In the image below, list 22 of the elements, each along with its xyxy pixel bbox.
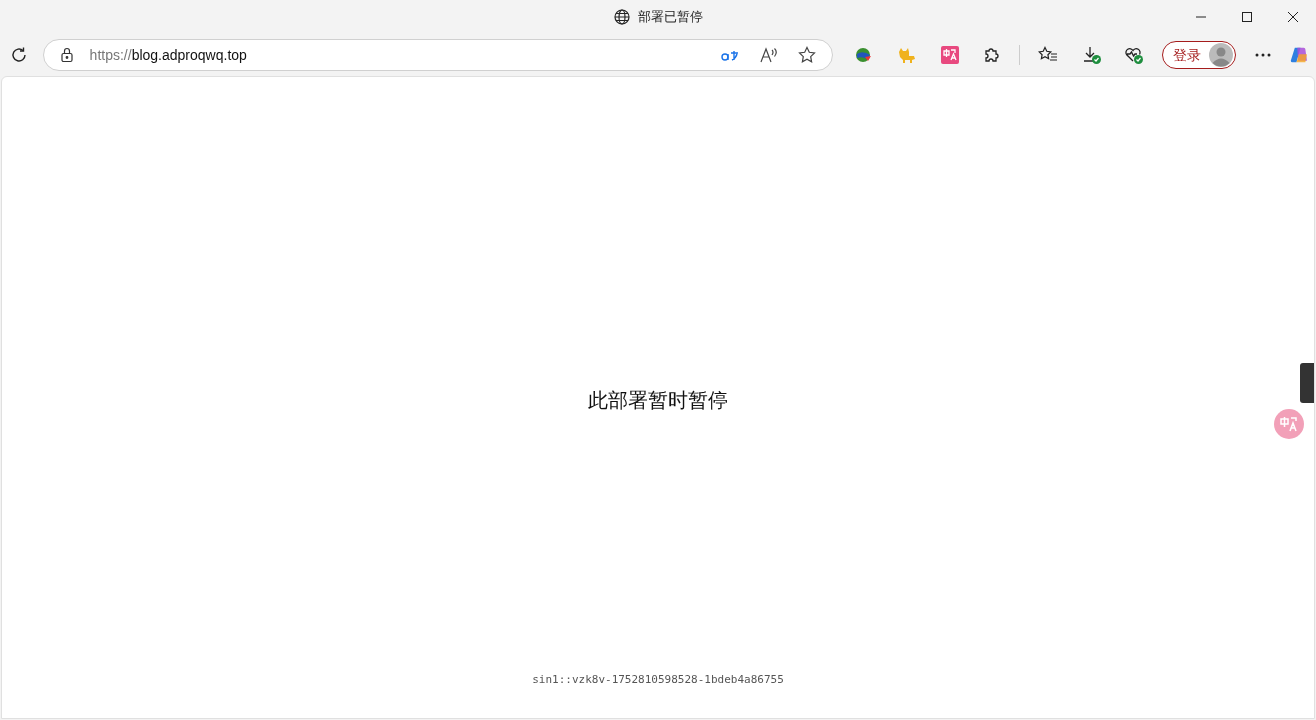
url-scheme: https:// xyxy=(89,45,132,65)
avatar-icon xyxy=(1208,43,1233,67)
close-icon xyxy=(1288,12,1298,22)
heartbeat-icon[interactable] xyxy=(1123,45,1144,65)
side-panel-handle[interactable] xyxy=(1300,363,1314,403)
refresh-icon xyxy=(10,46,29,64)
more-icon xyxy=(1254,53,1271,57)
read-aloud-icon[interactable] xyxy=(759,47,778,63)
download-icon[interactable] xyxy=(1081,45,1102,65)
globe-icon xyxy=(613,9,630,25)
translate-extension-icon[interactable] xyxy=(940,46,959,64)
favorite-star-icon[interactable] xyxy=(797,46,816,64)
address-bar[interactable]: https://blog.adproqwq.top xyxy=(42,39,833,71)
favorites-icon[interactable] xyxy=(1037,46,1058,64)
lock-icon[interactable] xyxy=(59,47,74,63)
pause-message: 此部署暂时暂停 xyxy=(588,388,728,413)
deployment-id: sin1::vzk8v-1752810598528-1bdeb4a86755 xyxy=(532,671,784,688)
window-title: 部署已暂停 xyxy=(637,8,703,27)
sign-in-button[interactable]: 登录 xyxy=(1161,41,1236,69)
url-host: blog.adproqwq.top xyxy=(131,45,247,65)
puzzle-icon[interactable] xyxy=(982,46,1001,64)
maximize-icon xyxy=(1242,12,1252,22)
